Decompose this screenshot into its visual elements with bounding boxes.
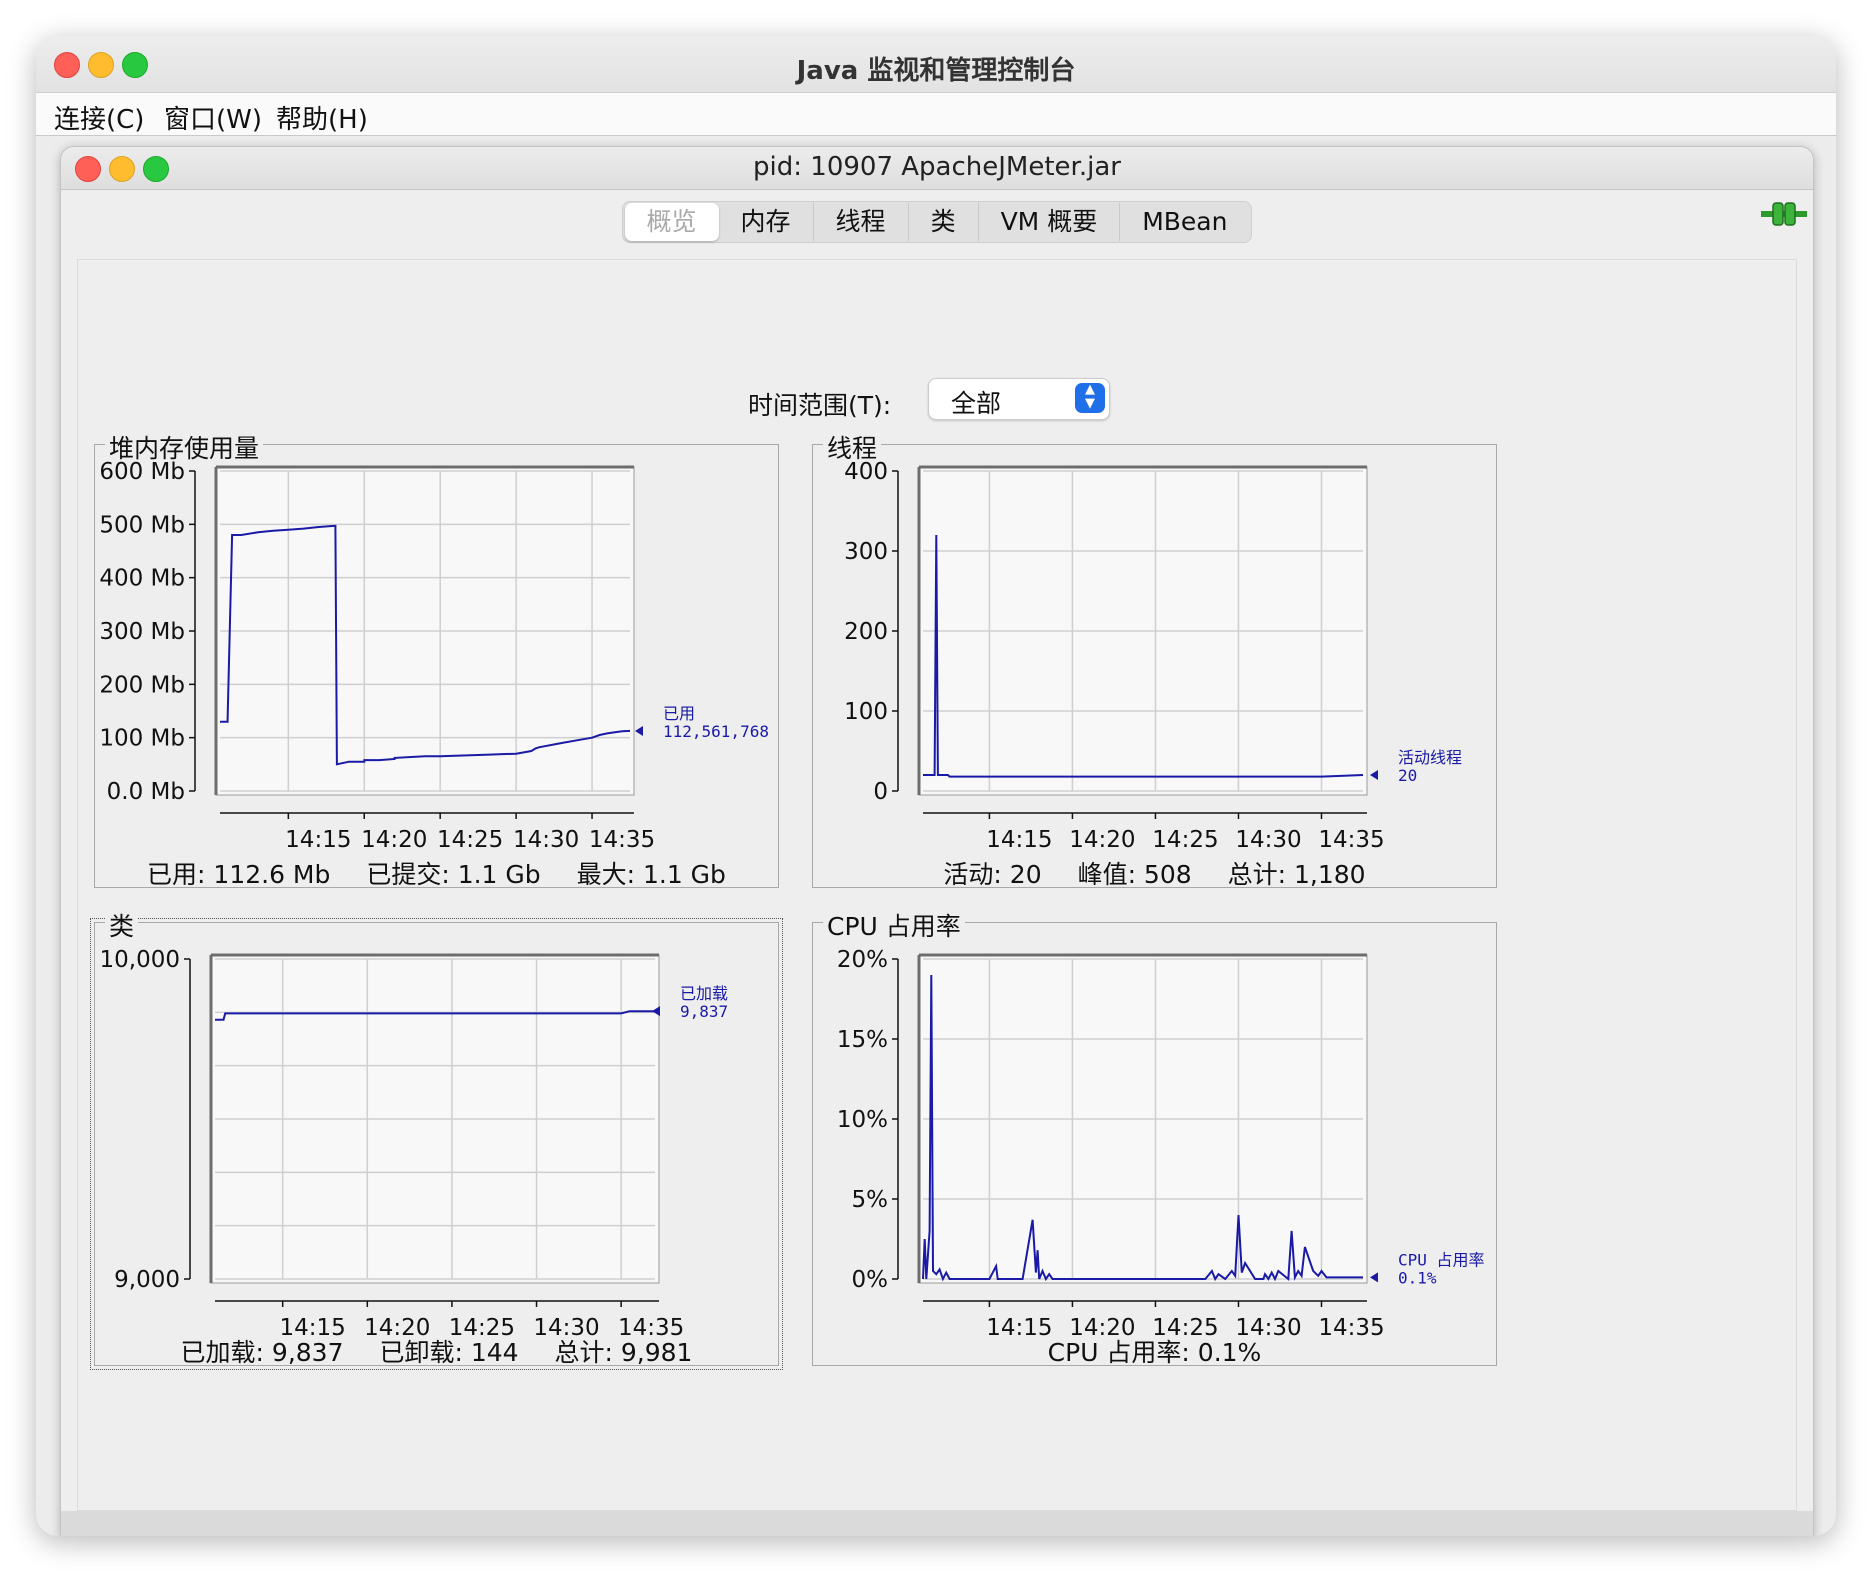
threads-chart: 0 100 200 300 400 14:15 14:20 14:25 14:30 14:35 活动… [844, 459, 1462, 853]
legend-value: 9,837 [680, 1002, 728, 1021]
y-tick-label: 0% [852, 1267, 889, 1293]
tab-bar: 概览 内存 线程类 VM 概要 MBean [61, 201, 1813, 243]
legend-pointer [1370, 1272, 1378, 1283]
cpu-stats: CPU 占用率: 0.1% [813, 1333, 1496, 1369]
classes-chart: 9,00010,00014:15 14:20 14:25 14:30 14:35已加载9… [100, 947, 729, 1341]
heap-stat-committed: 已提交: 1.1 Gb [366, 860, 541, 889]
cpu-stat-usage: CPU 占用率: 0.1% [1047, 1338, 1262, 1367]
y-tick-label: 0 [873, 779, 888, 805]
menu-help[interactable]: 帮助(H) [276, 99, 368, 136]
classes-stat-total: 总计: 9,981 [554, 1338, 693, 1367]
x-tick-label: 14:15 [986, 827, 1052, 853]
tab-mbean[interactable]: MBean [1120, 203, 1249, 241]
time-range-value: 全部 [951, 389, 1002, 418]
legend-value: 0.1% [1398, 1268, 1437, 1287]
y-tick-label: 100 [844, 699, 888, 725]
threads-stat-total: 总计: 1,180 [1227, 860, 1366, 889]
threads-stat-live: 活动: 20 [943, 860, 1042, 889]
y-tick-label: 200 [844, 619, 888, 645]
connection-titlebar: pid: 10907 ApacheJMeter.jar [61, 147, 1813, 190]
legend-name: 活动线程 [1398, 748, 1462, 767]
classes-stat-loaded: 已加载: 9,837 [180, 1338, 344, 1367]
heap-chart: 0.0 Mb 100 Mb 200 Mb 300 Mb 400 Mb 500 Mb 600 … [99, 459, 769, 853]
jconsole-window: Java 监视和管理控制台 连接(C) 窗口(W) 帮助(H) pid: 109… [36, 36, 1836, 1536]
legend-name: 已用 [663, 704, 695, 723]
legend-name: 已加载 [680, 984, 728, 1003]
menu-window[interactable]: 窗口(W) [164, 99, 262, 136]
y-tick-label: 400 Mb [99, 566, 185, 592]
x-tick-label: 14:20 [361, 827, 427, 853]
heap-stats: 已用: 112.6 Mb 已提交: 1.1 Gb 最大: 1.1 Gb [95, 855, 778, 891]
tab-overview[interactable]: 概览 [624, 203, 719, 241]
cpu-panel: CPU 占用率 0% 5% 10% 15% 20% 14:15 14:20 14:25 14:3… [812, 907, 1497, 1369]
tab-group: 概览 内存 线程类 VM 概要 MBean [621, 201, 1253, 243]
y-tick-label: 15% [837, 1027, 888, 1053]
legend-name: CPU 占用率 [1398, 1250, 1485, 1269]
x-tick-label: 14:25 [437, 827, 503, 853]
x-tick-label: 14:35 [1318, 827, 1384, 853]
time-range-select[interactable]: 全部 ▲ ▼ [928, 378, 1110, 420]
y-tick-label: 300 [844, 539, 888, 565]
legend-value: 112,561,768 [663, 722, 769, 741]
chevron-up-down-icon: ▲ ▼ [1075, 383, 1105, 413]
cpu-chart: 0%5%10%15%20%14:15 14:20 14:25 14:30 14:35CP… [837, 947, 1485, 1341]
menu-connect[interactable]: 连接(C) [54, 99, 144, 136]
x-tick-label: 14:35 [589, 827, 655, 853]
classes-stats: 已加载: 9,837 已卸载: 144 总计: 9,981 [95, 1333, 778, 1369]
x-tick-label: 14:30 [1235, 827, 1301, 853]
heap-stat-max: 最大: 1.1 Gb [576, 860, 726, 889]
y-tick-label: 500 Mb [99, 512, 185, 538]
heap-stat-used: 已用: 112.6 Mb [147, 860, 331, 889]
threads-stat-peak: 峰值: 508 [1077, 860, 1192, 889]
y-tick-label: 9,000 [114, 1267, 180, 1293]
tab-threads[interactable]: 线程 [814, 203, 909, 241]
connection-window: pid: 10907 ApacheJMeter.jar 概览 内存 线程类 VM 概要… [60, 146, 1814, 1536]
window-bottom-strip [61, 1511, 1813, 1536]
legend-pointer [1370, 770, 1378, 780]
connection-title: pid: 10907 ApacheJMeter.jar [753, 152, 1121, 182]
y-tick-label: 5% [852, 1187, 889, 1213]
threads-panel: 线程 0 100 200 300 400 14:15 14:20 14:25 14:30 14:3… [812, 429, 1497, 891]
classes-panel[interactable]: 类 9,000 10,000 14:15 14:20 14:25 14:30 14:35 已加… [90, 907, 783, 1370]
y-tick-label: 10% [837, 1107, 888, 1133]
y-tick-label: 200 Mb [99, 672, 185, 698]
classes-stat-unloaded: 已卸载: 144 [379, 1338, 519, 1367]
tab-vm-summary[interactable]: VM 概要 [979, 203, 1121, 241]
menu-bar: 连接(C) 窗口(W) 帮助(H) [36, 93, 1836, 136]
connection-status-icon[interactable] [1761, 199, 1807, 229]
tab-classes[interactable]: 类 [909, 203, 979, 241]
y-tick-label: 0.0 Mb [107, 779, 185, 805]
threads-stats: 活动: 20 峰值: 508 总计: 1,180 [813, 855, 1496, 891]
y-tick-label: 300 Mb [99, 619, 185, 645]
window-title: Java 监视和管理控制台 [796, 56, 1076, 86]
y-tick-label: 100 Mb [99, 726, 185, 752]
y-tick-label: 20% [837, 947, 888, 973]
y-tick-label: 10,000 [100, 947, 180, 973]
y-tick-label: 400 [844, 459, 888, 485]
tab-memory[interactable]: 内存 [719, 203, 814, 241]
time-range-label: 时间范围(T): [748, 391, 892, 420]
x-tick-label: 14:15 [285, 827, 351, 853]
y-tick-label: 600 Mb [99, 459, 185, 485]
heap-memory-panel: 堆内存使用量 0.0 Mb 100 Mb 200 Mb 300 Mb 400 Mb 500… [94, 429, 779, 891]
x-tick-label: 14:30 [513, 827, 579, 853]
x-tick-label: 14:20 [1069, 827, 1135, 853]
overview-content: 时间范围(T): 全部 ▲ ▼ 堆内存使用量 0.0 Mb 100 Mb 200 Mb… [77, 259, 1797, 1511]
legend-value: 20 [1398, 766, 1417, 785]
x-tick-label: 14:25 [1152, 827, 1218, 853]
window-titlebar: Java 监视和管理控制台 [36, 36, 1836, 93]
legend-pointer [635, 725, 643, 736]
